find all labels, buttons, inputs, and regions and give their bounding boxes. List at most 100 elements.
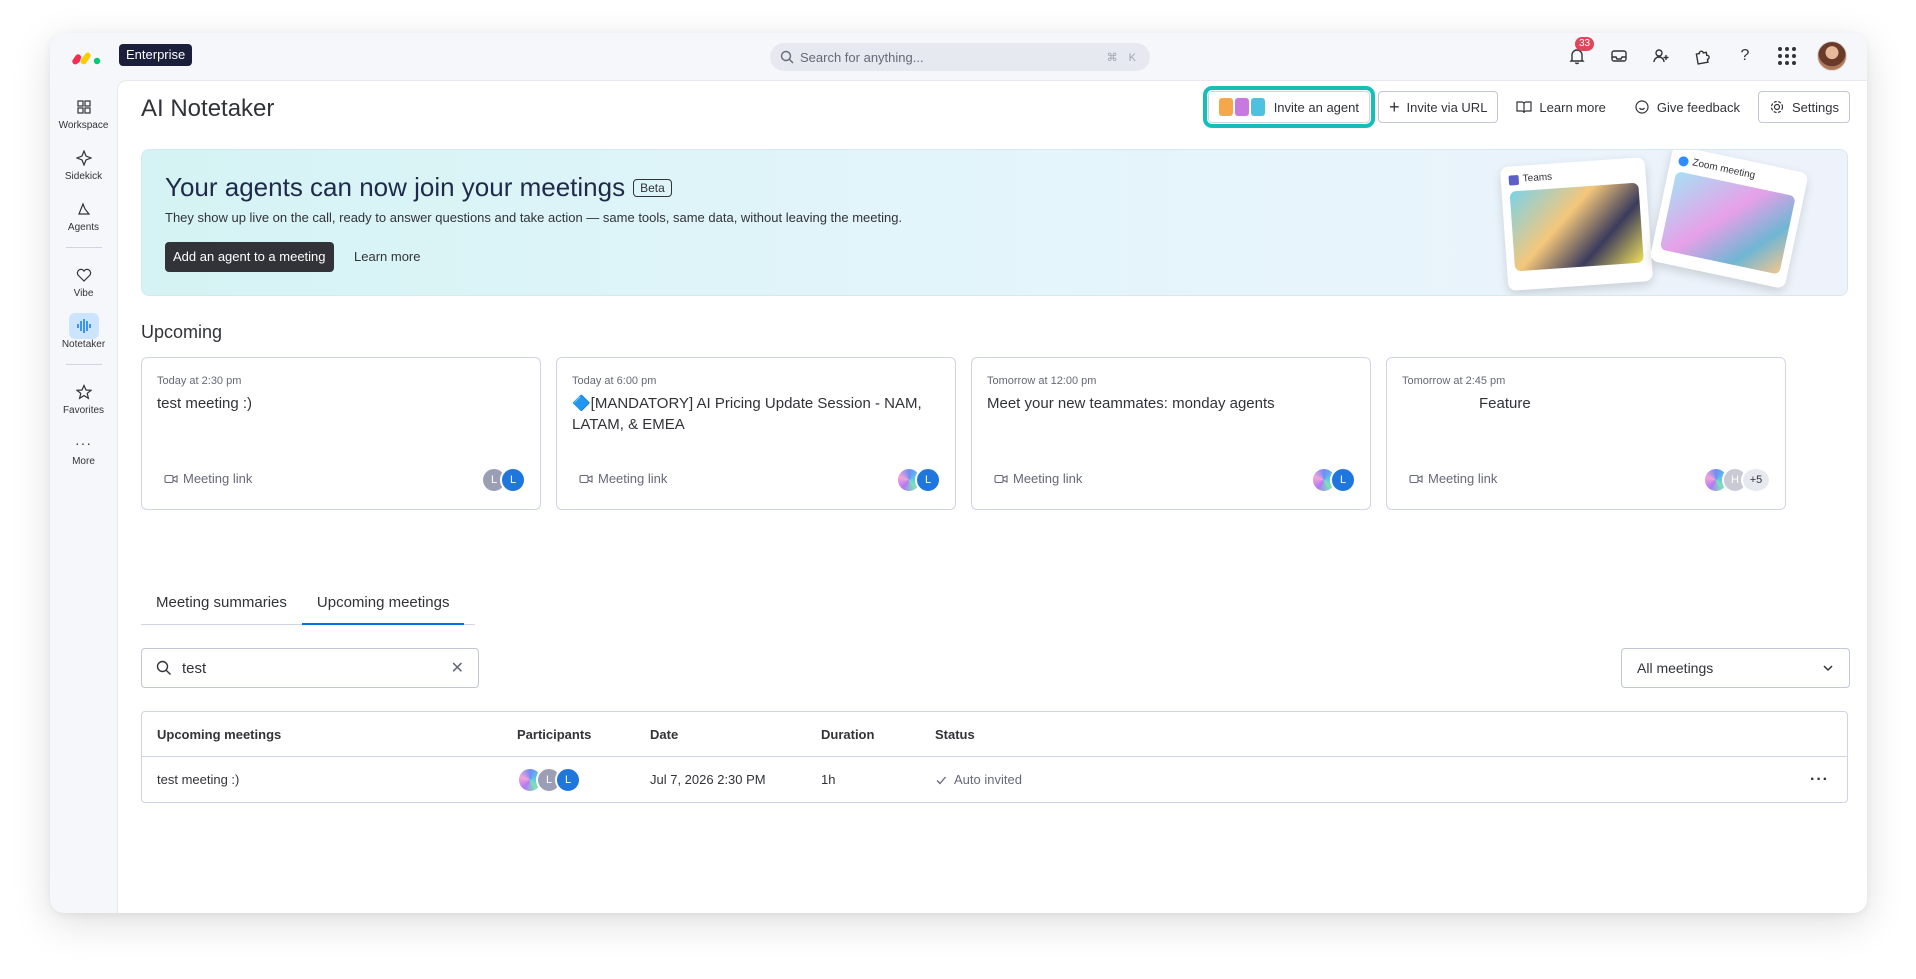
table-row[interactable]: test meeting :) L L Jul 7, 2026 2:30 PM … [142, 757, 1847, 802]
select-value: All meetings [1637, 660, 1714, 676]
check-icon [936, 776, 946, 784]
teams-preview-card: Teams [1499, 157, 1654, 291]
more-participants[interactable]: +5 [1741, 467, 1771, 493]
meeting-card[interactable]: Tomorrow at 12:00 pm Meet your new teamm… [971, 357, 1371, 510]
sidebar-item-favorites[interactable]: Favorites [50, 379, 117, 416]
tab-upcoming-meetings[interactable]: Upcoming meetings [301, 584, 465, 625]
col-header-date[interactable]: Date [650, 727, 678, 742]
help-button[interactable]: ? [1733, 44, 1757, 68]
give-feedback-button[interactable]: Give feedback [1623, 91, 1751, 123]
meeting-title: 🔷[MANDATORY] AI Pricing Update Session -… [572, 395, 922, 433]
settings-label: Settings [1792, 99, 1839, 115]
page-title: AI Notetaker [141, 95, 275, 122]
sidebar-item-more[interactable]: ··· More [50, 430, 117, 467]
teams-label: Teams [1522, 171, 1553, 185]
app-window: Enterprise Search for anything... ⌘ K 33… [50, 33, 1867, 913]
sidebar-item-label: Workspace [58, 120, 109, 131]
learn-more-label: Learn more [1539, 99, 1606, 115]
banner-subtitle: They show up live on the call, ready to … [165, 210, 903, 225]
meeting-card[interactable]: Tomorrow at 2:45 pm Feature Meeting link… [1386, 357, 1786, 510]
meeting-link[interactable]: Meeting link [164, 471, 252, 486]
sidebar-item-label: Favorites [62, 405, 105, 416]
video-icon [994, 474, 1008, 483]
sidebar-item-label: More [72, 456, 95, 467]
agents-banner: Your agents can now join your meetings B… [141, 149, 1848, 296]
invite-agent-label: Invite an agent [1273, 99, 1359, 115]
chevron-down-icon [1823, 665, 1833, 672]
invite-via-url-button[interactable]: + Invite via URL [1377, 91, 1499, 123]
heart-icon [76, 268, 91, 282]
col-header-status[interactable]: Status [935, 727, 975, 742]
col-header-meeting[interactable]: Upcoming meetings [157, 727, 281, 742]
app-switcher-button[interactable] [1775, 44, 1799, 68]
invite-members-button[interactable] [1649, 44, 1673, 68]
participants: L [1311, 467, 1356, 493]
row-duration: 1h [821, 772, 836, 787]
search-placeholder: Search for anything... [800, 49, 924, 65]
meeting-card[interactable]: Today at 6:00 pm 🔷[MANDATORY] AI Pricing… [556, 357, 956, 510]
global-search[interactable]: Search for anything... ⌘ K [770, 43, 1150, 71]
participants: L [896, 467, 941, 493]
learn-more-button[interactable]: Learn more [1506, 91, 1616, 123]
sidebar-item-sidekick[interactable]: Sidekick [50, 145, 117, 182]
meeting-link[interactable]: Meeting link [1409, 471, 1497, 486]
invite-agent-button[interactable]: Invite an agent [1202, 86, 1375, 128]
more-dots-icon: ··· [1810, 770, 1829, 788]
banner-title-text: Your agents can now join your meetings [165, 172, 626, 202]
add-user-icon [1653, 49, 1669, 63]
meeting-link[interactable]: Meeting link [579, 471, 667, 486]
participant-avatar: L [915, 467, 941, 493]
search-shortcut: ⌘ K [1106, 51, 1140, 64]
puzzle-icon [1695, 50, 1710, 65]
meeting-link-label: Meeting link [598, 471, 668, 486]
header-actions: Invite an agent + Invite via URL Learn m… [1202, 86, 1850, 128]
participant-avatar: L [500, 467, 526, 493]
meeting-time: Tomorrow at 2:45 pm [1402, 375, 1506, 387]
meeting-time: Today at 6:00 pm [572, 375, 657, 387]
settings-button[interactable]: Settings [1758, 91, 1850, 123]
col-header-participants[interactable]: Participants [517, 727, 591, 742]
monday-logo-icon[interactable] [72, 46, 102, 66]
sidebar-item-agents[interactable]: Agents [50, 196, 117, 233]
row-status: Auto invited [935, 772, 1022, 787]
meeting-card[interactable]: Today at 2:30 pm test meeting :) Meeting… [141, 357, 541, 510]
teams-card-label: Teams [1508, 166, 1637, 186]
tab-meeting-summaries[interactable]: Meeting summaries [141, 584, 302, 624]
more-dots-icon: ··· [75, 435, 92, 451]
sidebar-item-vibe[interactable]: Vibe [50, 262, 117, 299]
row-actions-button[interactable]: ··· [1810, 771, 1829, 789]
meeting-time: Today at 2:30 pm [157, 375, 242, 387]
notifications-button[interactable]: 33 [1565, 37, 1595, 68]
search-value: test [182, 659, 207, 677]
book-icon [1516, 101, 1533, 114]
sidebar-item-label: Agents [67, 222, 100, 233]
plus-icon: + [1388, 97, 1400, 117]
gear-icon [1770, 100, 1784, 114]
banner-learn-more-link[interactable]: Learn more [354, 249, 420, 264]
teams-icon [1508, 174, 1520, 186]
participant-avatar: L [555, 766, 581, 793]
sidebar-item-label: Sidekick [64, 171, 103, 182]
sidebar-item-notetaker[interactable]: Notetaker [50, 313, 117, 350]
meeting-title: Feature [1479, 395, 1531, 412]
user-avatar[interactable] [1817, 41, 1847, 71]
sidebar-item-workspace[interactable]: Workspace [50, 94, 117, 131]
add-agent-to-meeting-button[interactable]: Add an agent to a meeting [165, 242, 334, 272]
zoom-icon [1677, 154, 1690, 167]
inbox-button[interactable] [1607, 44, 1631, 68]
row-meeting-name: test meeting :) [157, 772, 240, 787]
top-icons: 33 ? [1565, 37, 1847, 71]
apps-button[interactable] [1691, 44, 1715, 68]
clear-search-icon[interactable]: ✕ [451, 658, 464, 678]
col-header-duration[interactable]: Duration [821, 727, 874, 742]
meeting-search-input[interactable]: test ✕ [141, 648, 479, 688]
meeting-link[interactable]: Meeting link [994, 471, 1082, 486]
row-participants: L L [517, 766, 581, 793]
main-content: AI Notetaker Invite an agent + Invite vi… [117, 80, 1867, 913]
agents-icon [77, 202, 90, 215]
meetings-filter-select[interactable]: All meetings [1621, 648, 1850, 688]
sidebar-item-label: Notetaker [61, 339, 106, 350]
meeting-link-label: Meeting link [1428, 471, 1498, 486]
banner-title: Your agents can now join your meetings B… [165, 172, 672, 203]
sidebar-divider [65, 247, 102, 248]
